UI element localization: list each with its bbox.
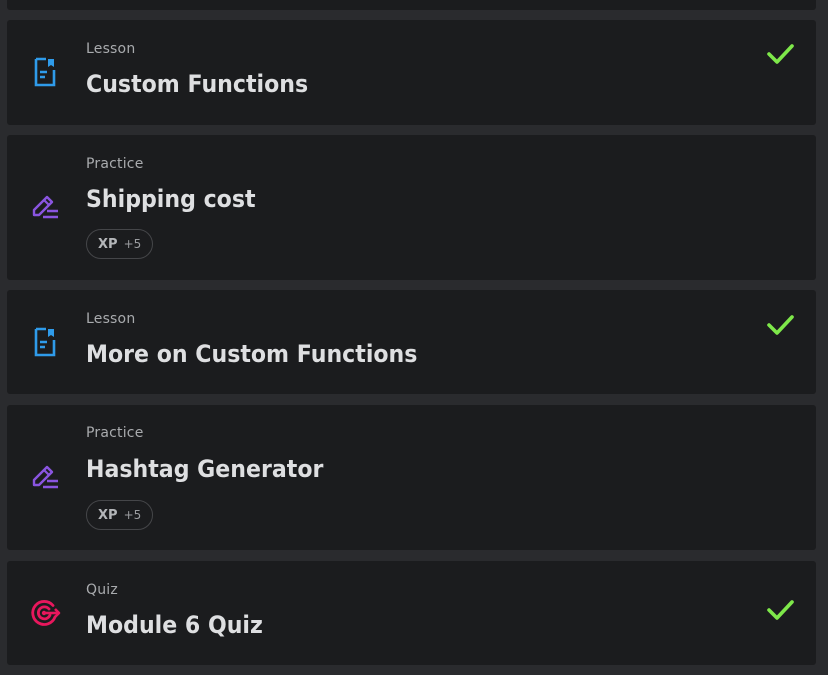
item-kind-label: Lesson (86, 41, 136, 57)
quiz-target-icon (29, 597, 61, 629)
item-kind-label: Quiz (86, 582, 118, 598)
xp-badge: XP +5 (86, 500, 154, 530)
xp-value: +5 (123, 508, 142, 522)
xp-badge: XP +5 (86, 229, 154, 259)
lesson-item-custom-functions[interactable]: Lesson Custom Functions (7, 20, 816, 125)
lesson-item-more-on-custom-functions[interactable]: Lesson More on Custom Functions (7, 290, 816, 394)
lesson-document-icon (29, 326, 61, 358)
practice-item-shipping-cost[interactable]: Practice Shipping cost XP +5 (7, 135, 816, 280)
completed-check-icon (767, 44, 794, 64)
xp-value: +5 (123, 237, 142, 251)
xp-label: XP (98, 236, 118, 252)
item-kind-label: Lesson (86, 311, 136, 327)
completed-check-icon (767, 600, 794, 620)
item-title[interactable]: Shipping cost (86, 185, 256, 213)
item-title[interactable]: Module 6 Quiz (86, 611, 263, 639)
item-title[interactable]: Hashtag Generator (86, 455, 323, 483)
item-kind-label: Practice (86, 156, 144, 172)
item-title[interactable]: Custom Functions (86, 70, 308, 98)
previous-item-card[interactable] (7, 0, 816, 10)
item-kind-label: Practice (86, 425, 144, 441)
practice-item-hashtag-generator[interactable]: Practice Hashtag Generator XP +5 (7, 405, 816, 550)
practice-pencil-icon (29, 191, 61, 223)
xp-label: XP (98, 507, 118, 523)
lesson-document-icon (29, 56, 61, 88)
quiz-item-module-6-quiz[interactable]: Quiz Module 6 Quiz (7, 561, 816, 665)
item-title[interactable]: More on Custom Functions (86, 340, 417, 368)
practice-pencil-icon (29, 461, 61, 493)
completed-check-icon (767, 315, 794, 335)
